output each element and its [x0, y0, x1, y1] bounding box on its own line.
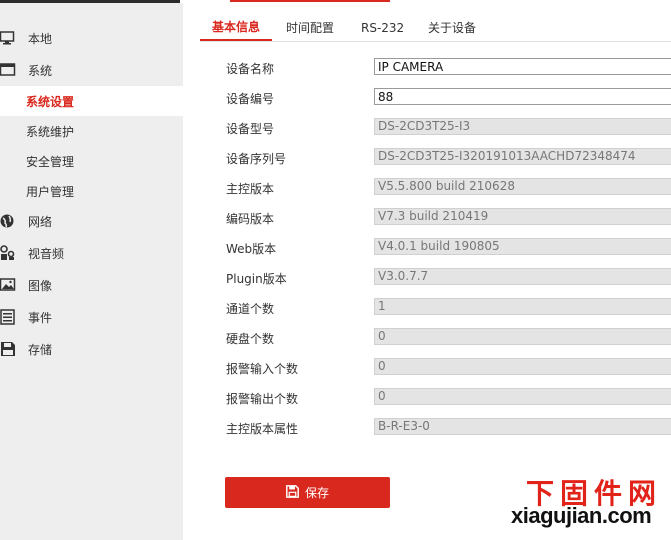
- sidebar-item-network[interactable]: 网络: [0, 206, 183, 236]
- sidebar-item-storage[interactable]: 存储: [0, 334, 183, 364]
- device-model-field: DS-2CD3T25-I3: [374, 118, 671, 135]
- tab-rs232[interactable]: RS-232: [361, 14, 404, 42]
- sidebar-item-image[interactable]: 图像: [0, 270, 183, 300]
- audio-video-icon: [0, 245, 16, 261]
- label-alarm-output-count: 报警输出个数: [226, 392, 299, 406]
- firmware-attribute-field: B-R-E3-0: [374, 418, 671, 435]
- sidebar-item-label: 本地: [28, 31, 53, 46]
- image-icon: [0, 277, 16, 293]
- sidebar-item-system-settings[interactable]: 系统设置: [0, 86, 183, 116]
- sidebar-item-local[interactable]: 本地: [0, 23, 183, 53]
- watermark-domain: xiagujian.com: [511, 503, 652, 528]
- web-version-field: V4.0.1 build 190805: [374, 238, 671, 255]
- label-web-version: Web版本: [226, 242, 277, 256]
- sidebar: 本地 系统 系统设置 系统维护 安全管理 用户管理 网络 视音频 图像 事件 存…: [0, 3, 183, 540]
- globe-icon: [0, 213, 16, 229]
- list-icon: [0, 309, 16, 325]
- sidebar-item-label: 系统: [28, 63, 53, 78]
- tab-basic-info[interactable]: 基本信息: [212, 13, 260, 41]
- tab-about-device[interactable]: 关于设备: [428, 14, 476, 42]
- sidebar-item-label: 用户管理: [26, 184, 75, 199]
- firmware-version-field: V5.5.800 build 210628: [374, 178, 671, 195]
- sidebar-item-label: 系统维护: [26, 124, 75, 139]
- system-icon: [0, 62, 16, 78]
- label-channel-count: 通道个数: [226, 302, 275, 316]
- label-encoding-version: 编码版本: [226, 212, 275, 226]
- label-alarm-input-count: 报警输入个数: [226, 362, 299, 376]
- top-red-bar: [230, 0, 390, 2]
- label-plugin-version: Plugin版本: [226, 272, 287, 286]
- save-icon: [0, 341, 16, 357]
- monitor-icon: [0, 30, 16, 46]
- save-button-label: 保存: [304, 486, 329, 500]
- sidebar-item-event[interactable]: 事件: [0, 302, 183, 332]
- sidebar-item-label: 存储: [28, 342, 53, 357]
- encoding-version-field: V7.3 build 210419: [374, 208, 671, 225]
- label-firmware-attribute: 主控版本属性: [226, 422, 299, 436]
- sidebar-item-label: 视音频: [28, 246, 65, 261]
- sidebar-item-audio-video[interactable]: 视音频: [0, 238, 183, 268]
- sidebar-item-label: 安全管理: [26, 154, 75, 169]
- alarm-output-count-field: 0: [374, 388, 671, 405]
- label-serial-number: 设备序列号: [226, 152, 287, 166]
- sidebar-item-users[interactable]: 用户管理: [0, 176, 183, 206]
- channel-count-field: 1: [374, 298, 671, 315]
- save-icon: [286, 484, 299, 501]
- sidebar-item-security[interactable]: 安全管理: [0, 146, 183, 176]
- sidebar-item-label: 图像: [28, 278, 53, 293]
- sidebar-item-label: 事件: [28, 310, 53, 325]
- label-device-name: 设备名称: [226, 62, 275, 76]
- disk-count-field: 0: [374, 328, 671, 345]
- tab-time-config[interactable]: 时间配置: [286, 14, 334, 42]
- serial-number-field: DS-2CD3T25-I320191013AACHD72348474: [374, 148, 671, 165]
- sidebar-item-label: 网络: [28, 214, 53, 229]
- save-button[interactable]: 保存: [225, 477, 390, 508]
- alarm-input-count-field: 0: [374, 358, 671, 375]
- device-number-input[interactable]: [374, 88, 671, 105]
- plugin-version-field: V3.0.7.7: [374, 268, 671, 285]
- tabs-divider: [200, 41, 671, 42]
- sidebar-item-system-maintenance[interactable]: 系统维护: [0, 116, 183, 146]
- label-disk-count: 硬盘个数: [226, 332, 275, 346]
- device-name-input[interactable]: [374, 58, 671, 75]
- sidebar-item-system[interactable]: 系统: [0, 55, 183, 85]
- label-firmware-version: 主控版本: [226, 182, 275, 196]
- sidebar-item-label: 系统设置: [26, 94, 75, 109]
- label-device-number: 设备编号: [226, 92, 275, 106]
- label-device-model: 设备型号: [226, 122, 275, 136]
